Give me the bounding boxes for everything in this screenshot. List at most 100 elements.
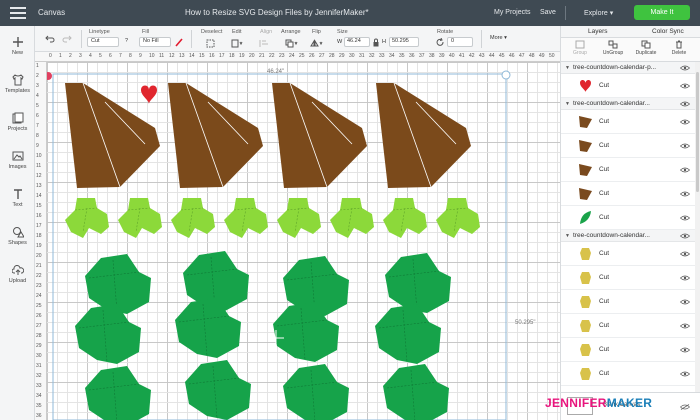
group-button[interactable]: Group (565, 40, 595, 56)
ruler-x-tick: 4 (89, 53, 92, 59)
arrange-icon[interactable] (285, 39, 299, 48)
layer-thumbnail (580, 344, 591, 356)
nav-text[interactable]: Text (0, 188, 35, 208)
layer-operation-label: Cut (599, 118, 610, 125)
ruler-y-tick: 30 (36, 353, 42, 359)
layer-group[interactable]: ▼ tree-countdown-calendar... (561, 230, 700, 242)
layer-list-scrollbar[interactable] (695, 62, 700, 392)
nav-templates[interactable]: Templates (0, 74, 35, 94)
nav-upload[interactable]: Upload (0, 264, 35, 284)
eye-icon[interactable] (680, 323, 690, 329)
more-dropdown[interactable]: More ▾ (490, 35, 507, 41)
layer-group[interactable]: ▼ tree-countdown-calendar... (561, 98, 700, 110)
redo-icon[interactable] (62, 35, 72, 43)
duplicate-button[interactable]: Duplicate (631, 40, 661, 56)
ruler-x-tick: 44 (489, 53, 495, 59)
ruler-x-tick: 49 (539, 53, 545, 59)
my-projects-link[interactable]: My Projects (494, 9, 531, 16)
eye-icon[interactable] (680, 65, 690, 71)
eye-icon[interactable] (680, 233, 690, 239)
layer-row[interactable]: Cut (561, 266, 700, 290)
save-button[interactable]: Save (540, 9, 556, 16)
ungroup-icon (608, 40, 618, 49)
height-value: 50.295 (392, 38, 409, 44)
layers-panel: Layers Color Sync Group UnGroup Duplicate D… (560, 26, 700, 420)
ruler-x-tick: 24 (289, 53, 295, 59)
layer-row[interactable]: Cut (561, 158, 700, 182)
eye-icon[interactable] (680, 371, 690, 377)
make-it-button[interactable]: Make It (634, 5, 690, 20)
ruler-x-tick: 36 (409, 53, 415, 59)
ruler-y-tick: 3 (36, 83, 39, 89)
ruler-x-tick: 47 (519, 53, 525, 59)
chevron-down-icon[interactable]: ▼ (565, 101, 570, 107)
eye-icon[interactable] (680, 101, 690, 107)
nav-shapes[interactable]: Shapes (0, 226, 35, 246)
deselect-icon[interactable] (206, 39, 215, 48)
eye-icon[interactable] (680, 215, 690, 221)
undo-icon[interactable] (45, 35, 55, 43)
layer-operation-label: Cut (599, 274, 610, 281)
eye-icon[interactable] (680, 119, 690, 125)
shapes-icon (12, 227, 24, 238)
divider (81, 30, 82, 48)
ruler-y-tick: 20 (36, 253, 42, 259)
ruler-x-tick: 21 (259, 53, 265, 59)
ruler-y-tick: 33 (36, 383, 42, 389)
ruler-y-tick: 21 (36, 263, 42, 269)
layer-row[interactable]: Cut (561, 338, 700, 362)
ruler-y-tick: 12 (36, 173, 42, 179)
color-pen-icon[interactable] (175, 38, 183, 47)
eye-icon[interactable] (680, 143, 690, 149)
layer-row[interactable]: Cut (561, 134, 700, 158)
layer-row[interactable]: Cut (561, 110, 700, 134)
linetype-value: Cut (91, 38, 100, 44)
layer-row[interactable]: Cut (561, 206, 700, 230)
eye-hidden-icon[interactable] (680, 404, 690, 410)
layer-group[interactable]: ▼ tree-countdown-calendar-p... (561, 62, 700, 74)
tab-layers[interactable]: Layers (588, 28, 608, 35)
ruler-x-tick: 12 (169, 53, 175, 59)
nav-images[interactable]: Images (0, 150, 35, 170)
explore-dropdown[interactable]: Explore ▾ (584, 9, 613, 17)
layer-row[interactable]: Cut (561, 290, 700, 314)
rotate-value: 0 (451, 38, 455, 44)
layer-row[interactable]: Cut (561, 242, 700, 266)
lock-icon[interactable] (373, 38, 379, 47)
help-icon[interactable]: ? (125, 38, 128, 44)
canvas-grid[interactable] (47, 62, 560, 420)
ruler-y-tick: 29 (36, 343, 42, 349)
hamburger-menu-icon[interactable] (10, 7, 26, 19)
eye-icon[interactable] (680, 167, 690, 173)
chevron-down-icon[interactable]: ▼ (565, 65, 570, 71)
layer-row[interactable]: Cut (561, 362, 700, 386)
chevron-down-icon[interactable]: ▼ (565, 233, 570, 239)
green-tree-piece (85, 366, 151, 420)
ruler-x-tick: 32 (369, 53, 375, 59)
ruler-y-tick: 11 (36, 163, 42, 169)
eye-icon[interactable] (680, 275, 690, 281)
eye-icon[interactable] (680, 83, 690, 89)
eye-icon[interactable] (680, 347, 690, 353)
divider (481, 30, 482, 48)
ruler-x-tick: 10 (149, 53, 155, 59)
ungroup-button[interactable]: UnGroup (598, 40, 628, 56)
eye-icon[interactable] (680, 299, 690, 305)
design-canvas[interactable]: 0 1 2 3 4 5 6 7 8 9 10 11 12 13 14 15 16 17 18 19 20 21 22 23 24… (35, 52, 560, 420)
eye-icon[interactable] (680, 191, 690, 197)
vertical-ruler: 1 2 3 4 5 6 7 8 9 10 11 12 13 14 15 16 17 18 19 20 21 22 23 24 2… (35, 62, 47, 420)
layer-row[interactable]: Cut (561, 74, 700, 98)
edit-icon[interactable] (231, 39, 243, 48)
ruler-x-tick: 31 (359, 53, 365, 59)
delete-button[interactable]: Delete (664, 40, 694, 56)
layer-row[interactable]: Cut (561, 182, 700, 206)
layer-row[interactable]: Cut (561, 314, 700, 338)
ruler-y-tick: 7 (36, 123, 39, 129)
nav-new[interactable]: New (0, 36, 35, 56)
eye-icon[interactable] (680, 251, 690, 257)
nav-projects[interactable]: Projects (0, 112, 35, 132)
tab-color-sync[interactable]: Color Sync (652, 28, 684, 35)
align-icon[interactable] (259, 39, 271, 48)
flip-icon[interactable] (310, 39, 324, 48)
layer-thumbnail (579, 188, 592, 200)
